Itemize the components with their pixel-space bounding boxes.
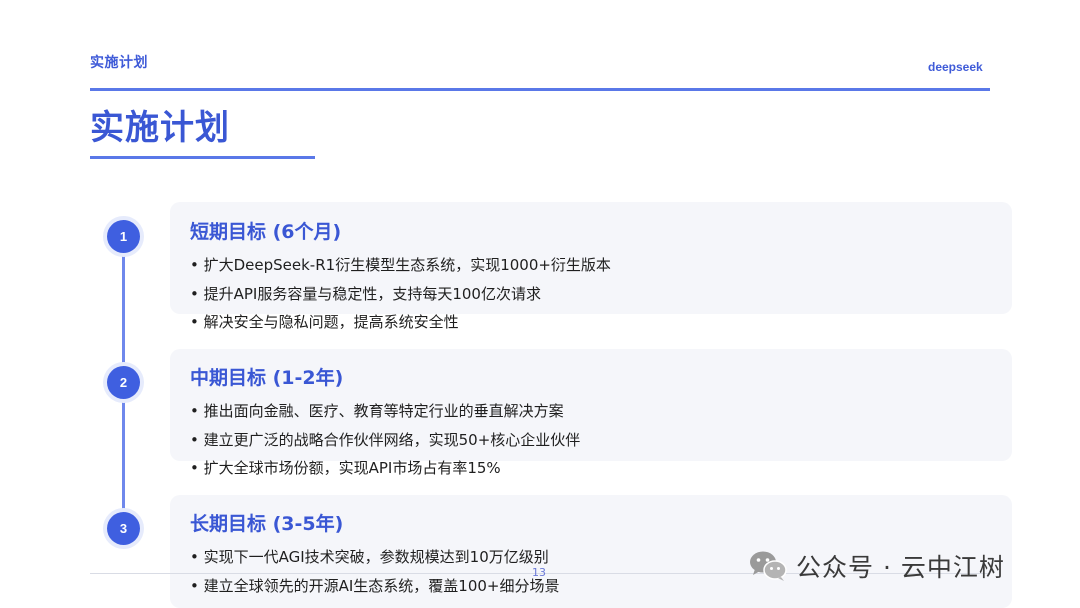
brand-logo: deepseek — [928, 60, 983, 74]
header-section-label: 实施计划 — [90, 55, 148, 71]
watermark: 公众号 · 云中江树 — [748, 548, 1005, 584]
list-item: • 实现下一代AGI技术突破，参数规模达到10万亿级别 — [190, 548, 549, 566]
watermark-text: 公众号 · 云中江树 — [796, 553, 1005, 582]
phase-item-list: • 推出面向金融、医疗、教育等特定行业的垂直解决方案 • 建立更广泛的战略合作伙… — [190, 397, 580, 483]
phase-title: 中期目标 (1-2年) — [190, 367, 344, 389]
phase-number-badge: 3 — [107, 512, 140, 545]
list-item: • 提升API服务容量与稳定性，支持每天100亿次请求 — [190, 284, 541, 303]
phase-title: 短期目标 (6个月) — [190, 221, 342, 243]
list-item: • 推出面向金融、医疗、教育等特定行业的垂直解决方案 — [190, 402, 564, 420]
list-item: • 扩大全球市场份额，实现API市场占有率15% — [190, 459, 501, 477]
phase-item-list: • 实现下一代AGI技术突破，参数规模达到10万亿级别 • 建立全球领先的开源A… — [190, 543, 560, 600]
phase-title: 长期目标 (3-5年) — [190, 513, 344, 535]
phase-item-list: • 扩大DeepSeek-R1衍生模型生态系统，实现1000+衍生版本 • 提升… — [190, 251, 611, 337]
list-item: • 建立全球领先的开源AI生态系统，覆盖100+细分场景 — [190, 576, 560, 595]
list-item: • 扩大DeepSeek-R1衍生模型生态系统，实现1000+衍生版本 — [190, 256, 611, 274]
phase-number-badge: 1 — [107, 220, 140, 253]
list-item: • 建立更广泛的战略合作伙伴网络，实现50+核心企业伙伴 — [190, 430, 581, 449]
list-item: • 解决安全与隐私问题，提高系统安全性 — [190, 313, 459, 331]
page-title: 实施计划 — [90, 108, 230, 148]
wechat-icon — [748, 549, 788, 583]
title-underline — [90, 156, 315, 159]
header-divider — [90, 88, 990, 91]
phase-number-badge: 2 — [107, 366, 140, 399]
page-number: 13 — [532, 566, 546, 579]
